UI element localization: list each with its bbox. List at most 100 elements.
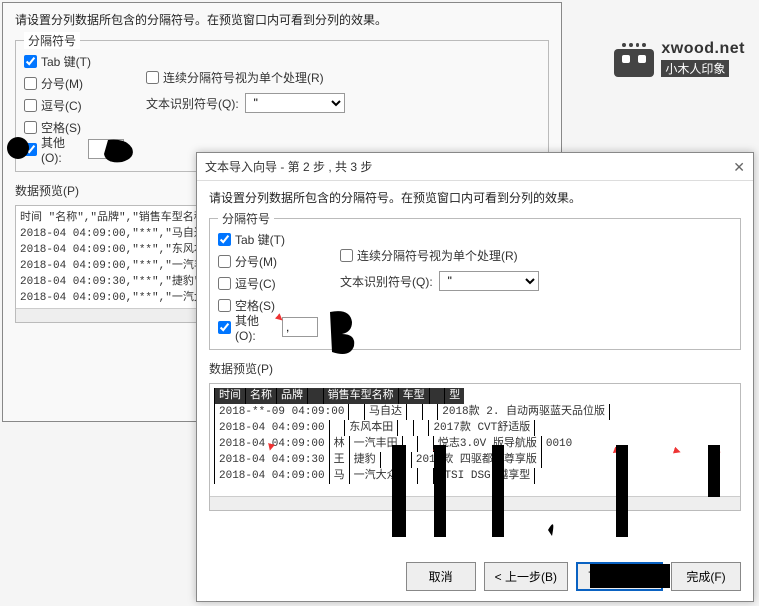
text-qualifier-label: 文本识别符号(Q): <box>146 95 239 112</box>
column-header: 型 <box>444 388 464 404</box>
titlebar: 文本导入向导 - 第 2 步 , 共 3 步 ✕ <box>197 153 753 181</box>
delim-tab-checkbox-f[interactable] <box>218 233 231 246</box>
text-qualifier-select[interactable]: " <box>245 93 345 113</box>
delim-other-input[interactable] <box>88 139 124 159</box>
delim-comma-label: 逗号(C) <box>41 97 82 114</box>
delim-comma-checkbox-f[interactable] <box>218 277 231 290</box>
dialog-title: 文本导入向导 - 第 2 步 , 共 3 步 <box>205 153 372 180</box>
delim-semicolon-checkbox-f[interactable] <box>218 255 231 268</box>
logo-cn: 小木人印象 <box>661 60 729 77</box>
cell <box>348 404 364 420</box>
cell: 王 <box>329 452 349 468</box>
column-header <box>429 388 445 404</box>
delim-other-label: 其他(O): <box>41 134 82 165</box>
preview-label-f: 数据预览(P) <box>197 360 753 377</box>
cell: 2018-04 04:09:00 <box>214 468 329 484</box>
cell: 东风本田 <box>344 420 397 436</box>
delim-space-checkbox-f[interactable] <box>218 299 231 312</box>
cell <box>422 404 438 420</box>
cell: 2018-04 04:09:00 <box>214 420 329 436</box>
cell: 一汽丰田 <box>349 436 402 452</box>
cell: 林 <box>329 436 349 452</box>
cell <box>406 404 422 420</box>
column-header: 名称 <box>245 388 276 404</box>
cell <box>534 468 550 484</box>
cell: 悦志3.0V 版导航版 <box>433 436 541 452</box>
delim-comma-row-f[interactable]: 逗号(C) <box>218 273 318 293</box>
cell <box>413 420 429 436</box>
preview-box-front[interactable]: 时间名称品牌 销售车型名称车型 型2018-**-09 04:09:00 马自达… <box>209 383 741 511</box>
back-button[interactable]: < 上一步(B) <box>484 562 568 591</box>
cell: 2018-04 04:09:00 <box>214 436 329 452</box>
preview-row: 2018-04 04:09:00马一汽大众 DTSI DSG 越享型 <box>214 468 736 484</box>
wizard-step2-front: 文本导入向导 - 第 2 步 , 共 3 步 ✕ 请设置分列数据所包含的分隔符号… <box>196 152 754 602</box>
treat-consecutive-checkbox[interactable] <box>146 71 159 84</box>
cell <box>402 468 418 484</box>
cell: 捷豹 <box>349 452 380 468</box>
cell <box>417 468 433 484</box>
delim-other-checkbox-f[interactable] <box>218 321 231 334</box>
cell: 2018款 四驱都市尊享版 <box>411 452 541 468</box>
delim-tab-checkbox[interactable] <box>24 55 37 68</box>
delim-tab-label: Tab 键(T) <box>41 53 91 70</box>
delimiters-legend-front: 分隔符号 <box>218 210 274 227</box>
delim-comma-checkbox[interactable] <box>24 99 37 112</box>
column-header: 车型 <box>398 388 429 404</box>
close-icon[interactable]: ✕ <box>733 153 745 180</box>
site-logo: xwood.net 小木人印象 <box>614 40 745 77</box>
text-qualifier-select-f[interactable]: " <box>439 271 539 291</box>
delim-comma-row[interactable]: 逗号(C) <box>24 95 124 115</box>
cell: 马 <box>329 468 349 484</box>
cell <box>402 436 418 452</box>
logo-en: xwood.net <box>661 40 745 57</box>
cell <box>329 420 345 436</box>
instruction-text-front: 请设置分列数据所包含的分隔符号。在预览窗口内可看到分列的效果。 <box>197 181 753 214</box>
delimiters-group-front: 分隔符号 Tab 键(T) 分号(M) 逗号(C) 空格(S) <box>209 218 741 350</box>
delim-semicolon-label: 分号(M) <box>41 75 83 92</box>
cell <box>417 436 433 452</box>
cell: 2018-**-09 04:09:00 <box>214 404 348 420</box>
treat-consecutive-label: 连续分隔符号视为单个处理(R) <box>163 69 324 86</box>
cell <box>534 420 550 436</box>
finish-button[interactable]: 完成(F) <box>671 562 741 591</box>
delim-other-input-f[interactable] <box>282 317 318 337</box>
cell <box>609 404 625 420</box>
cell: 2018款 2. 自动两驱蓝天品位版 <box>437 404 609 420</box>
preview-row: 2018-04 04:09:30王捷豹 2018款 四驱都市尊享版 <box>214 452 736 468</box>
delim-semicolon-checkbox[interactable] <box>24 77 37 90</box>
next-button[interactable]: 下一步(N) > <box>576 562 663 591</box>
cell: 一汽大众 <box>349 468 402 484</box>
preview-row: 2018-04 04:09:00 东风本田 2017款 CVT舒适版 <box>214 420 736 436</box>
treat-consecutive-row-f[interactable]: 连续分隔符号视为单个处理(R) <box>340 245 732 265</box>
delimiters-legend: 分隔符号 <box>24 32 80 49</box>
instruction-text: 请设置分列数据所包含的分隔符号。在预览窗口内可看到分列的效果。 <box>3 3 561 36</box>
delim-semicolon-row-f[interactable]: 分号(M) <box>218 251 318 271</box>
cell <box>395 452 411 468</box>
preview-row: 2018-**-09 04:09:00 马自达 2018款 2. 自动两驱蓝天品… <box>214 404 736 420</box>
column-header <box>307 388 323 404</box>
delim-tab-row[interactable]: Tab 键(T) <box>24 51 124 71</box>
cell: 2017款 CVT舒适版 <box>428 420 534 436</box>
scrollbar-f[interactable] <box>210 496 740 510</box>
button-row: 取消 < 上一步(B) 下一步(N) > 完成(F) <box>406 562 741 591</box>
cell <box>380 452 396 468</box>
cancel-button[interactable]: 取消 <box>406 562 476 591</box>
robot-icon <box>614 41 654 77</box>
cell: 0010 <box>541 436 576 452</box>
treat-consecutive-checkbox-f[interactable] <box>340 249 353 262</box>
delim-other-row[interactable]: 其他(O): <box>24 139 124 159</box>
column-header: 时间 <box>214 388 245 404</box>
column-header: 销售车型名称 <box>323 388 398 404</box>
cell <box>397 420 413 436</box>
column-header: 品牌 <box>276 388 307 404</box>
delim-space-checkbox[interactable] <box>24 121 37 134</box>
preview-row: 2018-04 04:09:00林一汽丰田 悦志3.0V 版导航版0010 <box>214 436 736 452</box>
delim-tab-row-f[interactable]: Tab 键(T) <box>218 229 318 249</box>
delim-other-checkbox[interactable] <box>24 143 37 156</box>
cell <box>541 452 557 468</box>
cell: DTSI DSG 越享型 <box>433 468 534 484</box>
treat-consecutive-row[interactable]: 连续分隔符号视为单个处理(R) <box>146 67 540 87</box>
delim-semicolon-row[interactable]: 分号(M) <box>24 73 124 93</box>
delim-other-row-f[interactable]: 其他(O): <box>218 317 318 337</box>
cell: 马自达 <box>364 404 406 420</box>
